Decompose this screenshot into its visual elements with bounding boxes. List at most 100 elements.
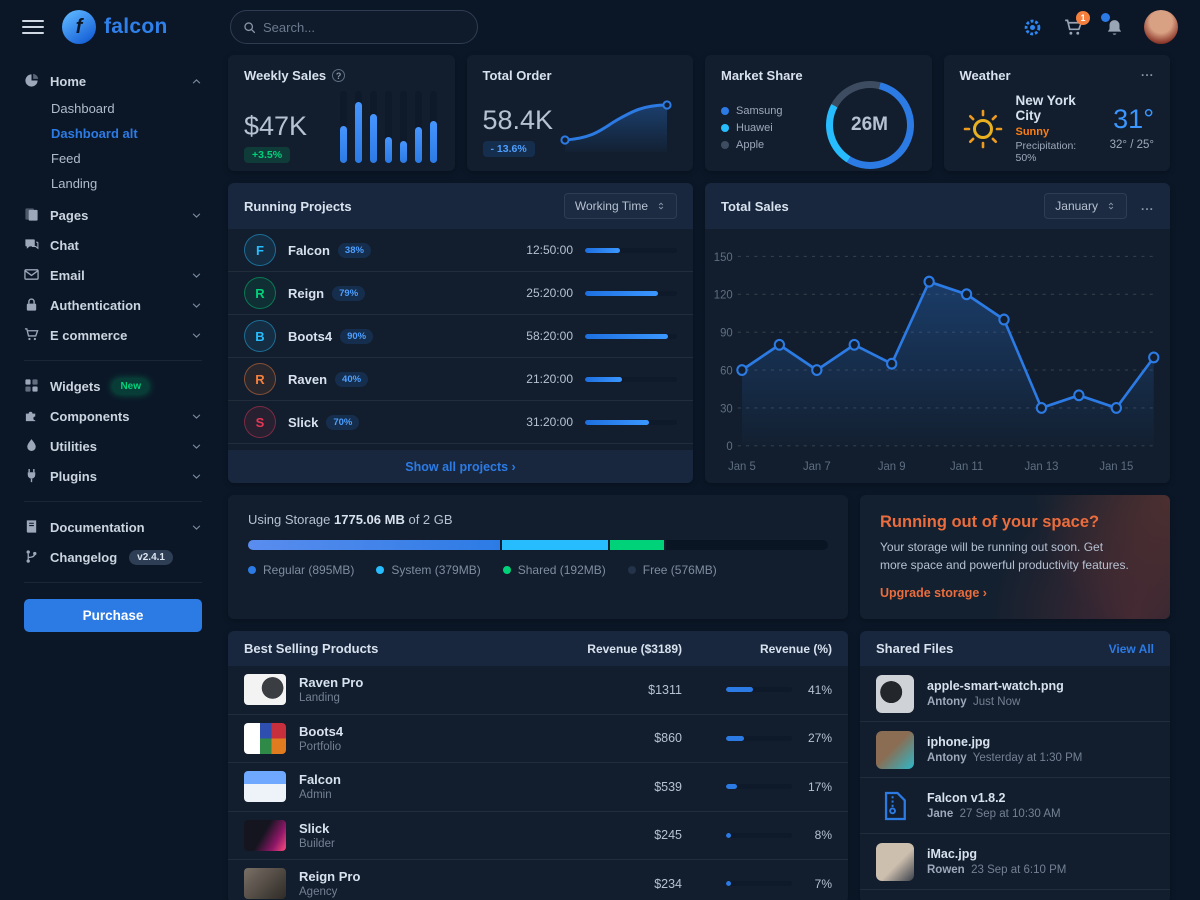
- file-name[interactable]: iphone.jpg: [927, 735, 1082, 749]
- card-menu-icon[interactable]: ...: [1141, 68, 1154, 76]
- weather-range: 32° / 25°: [1110, 139, 1154, 151]
- menu-toggle-icon[interactable]: [22, 20, 44, 34]
- sidebar-item-dashboard-alt[interactable]: Dashboard alt: [51, 121, 202, 146]
- shared-files-title: Shared Files: [876, 641, 953, 656]
- search-input[interactable]: [263, 20, 465, 35]
- sidebar-item-label: Home: [50, 74, 86, 89]
- file-row[interactable]: apple-smart-watch.png Antony Just Now: [860, 666, 1170, 722]
- sidebar-item-widgets[interactable]: WidgetsNew: [24, 371, 202, 401]
- market-share-legend: SamsungHuaweiApple: [721, 105, 782, 151]
- file-row[interactable]: Falcon v1.8.2 Jane 27 Sep at 10:30 AM: [860, 778, 1170, 834]
- project-row[interactable]: B Boots4 90% 58:20:00: [228, 315, 693, 358]
- project-list: F Falcon 38% 12:50:00 R Reign 79% 25:20:…: [228, 229, 693, 444]
- chevron-down-icon: [191, 270, 202, 281]
- sidebar-item-authentication[interactable]: Authentication: [24, 290, 202, 320]
- project-progress-bar: [585, 377, 677, 382]
- sidebar-item-home[interactable]: Home: [24, 66, 202, 96]
- view-all-link[interactable]: View All: [1109, 642, 1154, 656]
- project-row[interactable]: S Slick 70% 31:20:00: [228, 401, 693, 444]
- notification-dot: [1101, 13, 1110, 22]
- sidebar-item-changelog[interactable]: Changelogv2.4.1: [24, 542, 202, 572]
- product-row[interactable]: Reign Pro Agency $234 7%: [228, 860, 848, 900]
- project-progress-badge: 38%: [338, 243, 371, 258]
- card-menu-icon[interactable]: ...: [1141, 202, 1154, 210]
- product-category[interactable]: Admin: [299, 789, 341, 801]
- sidebar-item-documentation[interactable]: Documentation: [24, 512, 202, 542]
- file-row[interactable]: iphone.jpg Antony Yesterday at 1:30 PM: [860, 722, 1170, 778]
- cart-icon[interactable]: 1: [1062, 16, 1084, 38]
- purchase-button[interactable]: Purchase: [24, 599, 202, 632]
- storage-title: Using Storage 1775.06 MB of 2 GB: [248, 512, 828, 527]
- month-select[interactable]: January: [1044, 193, 1127, 219]
- product-name: Reign Pro: [299, 869, 360, 884]
- widgets-icon: [24, 378, 40, 394]
- settings-gear-icon[interactable]: [1021, 16, 1043, 38]
- divider: [24, 501, 202, 502]
- sidebar-item-dashboard[interactable]: Dashboard: [51, 96, 202, 121]
- chevron-down-icon: [191, 300, 202, 311]
- weather-condition: Sunny: [1016, 126, 1100, 138]
- project-progress-badge: 79%: [332, 286, 365, 301]
- product-row[interactable]: Slick Builder $245 8%: [228, 812, 848, 861]
- product-row[interactable]: Falcon Admin $539 17%: [228, 763, 848, 812]
- sidebar-item-email[interactable]: Email: [24, 260, 202, 290]
- file-row[interactable]: iMac.jpg Rowen 23 Sep at 6:10 PM: [860, 834, 1170, 890]
- help-icon[interactable]: ?: [332, 69, 345, 82]
- sidebar-item-components[interactable]: Components: [24, 401, 202, 431]
- sidebar-item-chat[interactable]: Chat: [24, 230, 202, 260]
- sidebar-item-label: Authentication: [50, 298, 141, 313]
- product-category[interactable]: Agency: [299, 886, 360, 898]
- bar: [340, 91, 347, 163]
- project-progress-badge: 70%: [326, 415, 359, 430]
- bell-icon[interactable]: [1103, 16, 1125, 38]
- project-row[interactable]: R Reign 79% 25:20:00: [228, 272, 693, 315]
- svg-text:Jan 9: Jan 9: [878, 459, 906, 472]
- project-time: 25:20:00: [526, 286, 573, 300]
- project-row[interactable]: F Falcon 38% 12:50:00: [228, 229, 693, 272]
- file-name[interactable]: Falcon v1.8.2: [927, 791, 1061, 805]
- file-meta: Jane 27 Sep at 10:30 AM: [927, 808, 1061, 820]
- product-thumbnail: [244, 771, 286, 802]
- sidebar-item-utilities[interactable]: Utilities: [24, 431, 202, 461]
- project-time: 58:20:00: [526, 329, 573, 343]
- sidebar-item-label: Utilities: [50, 439, 97, 454]
- product-name: Boots4: [299, 724, 343, 739]
- bar: [385, 91, 392, 163]
- promo-title: Running out of your space?: [880, 513, 1150, 532]
- product-category[interactable]: Landing: [299, 692, 363, 704]
- product-category[interactable]: Builder: [299, 838, 335, 850]
- show-all-projects-link[interactable]: Show all projects ›: [405, 460, 515, 474]
- file-name[interactable]: apple-smart-watch.png: [927, 679, 1064, 693]
- revenue-pct-column-header: Revenue (%): [682, 642, 832, 656]
- sidebar-item-e-commerce[interactable]: E commerce: [24, 320, 202, 350]
- weekly-sales-value: $47K: [244, 112, 307, 140]
- project-progress-bar: [585, 291, 677, 296]
- product-category[interactable]: Portfolio: [299, 741, 343, 753]
- sidebar-item-feed[interactable]: Feed: [51, 146, 202, 171]
- storage-used: 1775.06 MB: [334, 512, 405, 527]
- sidebar-item-label: Widgets: [50, 379, 100, 394]
- project-name: Slick: [288, 415, 318, 430]
- bar: [415, 91, 422, 163]
- running-projects-title: Running Projects: [244, 199, 352, 214]
- storage-segment: [502, 540, 609, 550]
- plug-icon: [24, 468, 40, 484]
- email-icon: [24, 267, 40, 283]
- chevron-down-icon: [191, 210, 202, 221]
- brand-logo[interactable]: f falcon: [62, 10, 168, 44]
- sidebar-item-landing[interactable]: Landing: [51, 171, 202, 196]
- product-revenue: $860: [552, 731, 682, 745]
- working-time-select[interactable]: Working Time: [564, 193, 677, 219]
- file-name[interactable]: iMac.jpg: [927, 847, 1066, 861]
- project-progress-bar: [585, 420, 677, 425]
- user-avatar[interactable]: [1144, 10, 1178, 44]
- sidebar-item-pages[interactable]: Pages: [24, 200, 202, 230]
- product-row[interactable]: Boots4 Portfolio $860 27%: [228, 715, 848, 764]
- upgrade-storage-link[interactable]: Upgrade storage ›: [880, 586, 987, 600]
- falcon-logo-icon: f: [62, 10, 96, 44]
- sidebar-item-plugins[interactable]: Plugins: [24, 461, 202, 491]
- product-row[interactable]: Raven Pro Landing $1311 41%: [228, 666, 848, 715]
- project-row[interactable]: R Raven 40% 21:20:00: [228, 358, 693, 401]
- search-box[interactable]: [230, 10, 478, 44]
- project-name: Raven: [288, 372, 327, 387]
